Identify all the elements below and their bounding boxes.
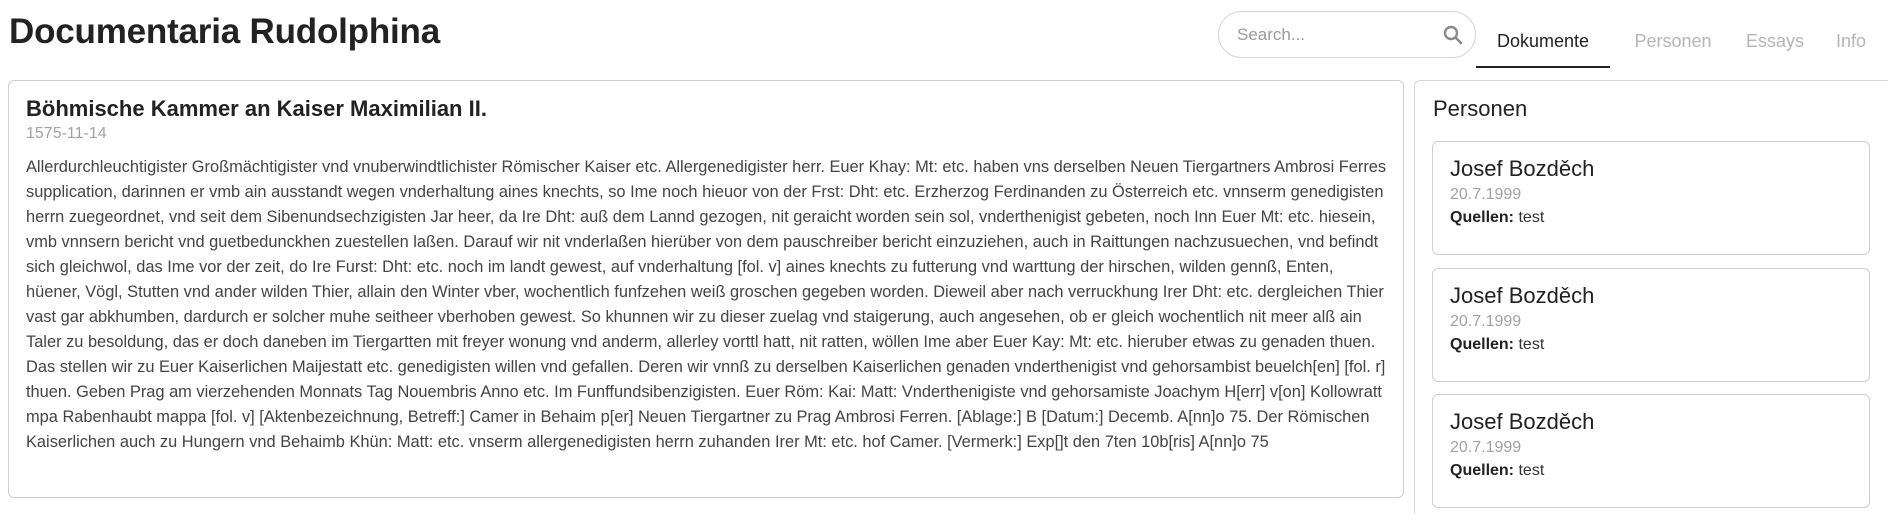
- sources-label: Quellen:: [1450, 336, 1515, 353]
- person-name: Josef Bozděch: [1450, 156, 1595, 181]
- person-date: 20.7.1999: [1450, 186, 1522, 203]
- search-icon[interactable]: [1443, 25, 1463, 45]
- sidebar-heading: Personen: [1433, 96, 1528, 121]
- tab-info[interactable]: Info: [1814, 20, 1888, 68]
- document-card: Böhmische Kammer an Kaiser Maximilian II…: [8, 80, 1404, 498]
- persons-sidebar: Personen Josef Bozděch 20.7.1999 Quellen…: [1414, 80, 1888, 514]
- sources-label: Quellen:: [1450, 209, 1515, 226]
- tab-personen[interactable]: Personen: [1610, 20, 1736, 68]
- app-title: Documentaria Rudolphina: [9, 12, 440, 51]
- sources-value: test: [1518, 209, 1545, 226]
- person-name: Josef Bozděch: [1450, 283, 1595, 308]
- person-card[interactable]: Josef Bozděch 20.7.1999 Quellen: test: [1432, 141, 1870, 255]
- person-sources: Quellen: test: [1450, 459, 1869, 483]
- main-tabs: Dokumente Personen Essays Info: [1476, 20, 1888, 68]
- person-sources: Quellen: test: [1450, 333, 1869, 357]
- tab-dokumente[interactable]: Dokumente: [1476, 20, 1610, 68]
- document-text: Allerdurchleuchtigister Großmächtigister…: [26, 158, 1387, 451]
- person-sources: Quellen: test: [1450, 206, 1869, 230]
- person-date: 20.7.1999: [1450, 313, 1522, 330]
- search-input[interactable]: [1237, 22, 1427, 48]
- person-name: Josef Bozděch: [1450, 409, 1595, 434]
- sources-value: test: [1518, 336, 1545, 353]
- document-title: Böhmische Kammer an Kaiser Maximilian II…: [26, 96, 487, 121]
- person-card[interactable]: Josef Bozděch 20.7.1999 Quellen: test: [1432, 394, 1870, 508]
- person-date: 20.7.1999: [1450, 439, 1522, 456]
- tab-essays[interactable]: Essays: [1736, 20, 1814, 68]
- sources-value: test: [1518, 462, 1545, 479]
- search-box[interactable]: [1218, 11, 1476, 58]
- person-card[interactable]: Josef Bozděch 20.7.1999 Quellen: test: [1432, 268, 1870, 382]
- sources-label: Quellen:: [1450, 462, 1515, 479]
- document-date: 1575-11-14: [26, 125, 107, 142]
- page: Documentaria Rudolphina Dokumente Person…: [0, 0, 1888, 514]
